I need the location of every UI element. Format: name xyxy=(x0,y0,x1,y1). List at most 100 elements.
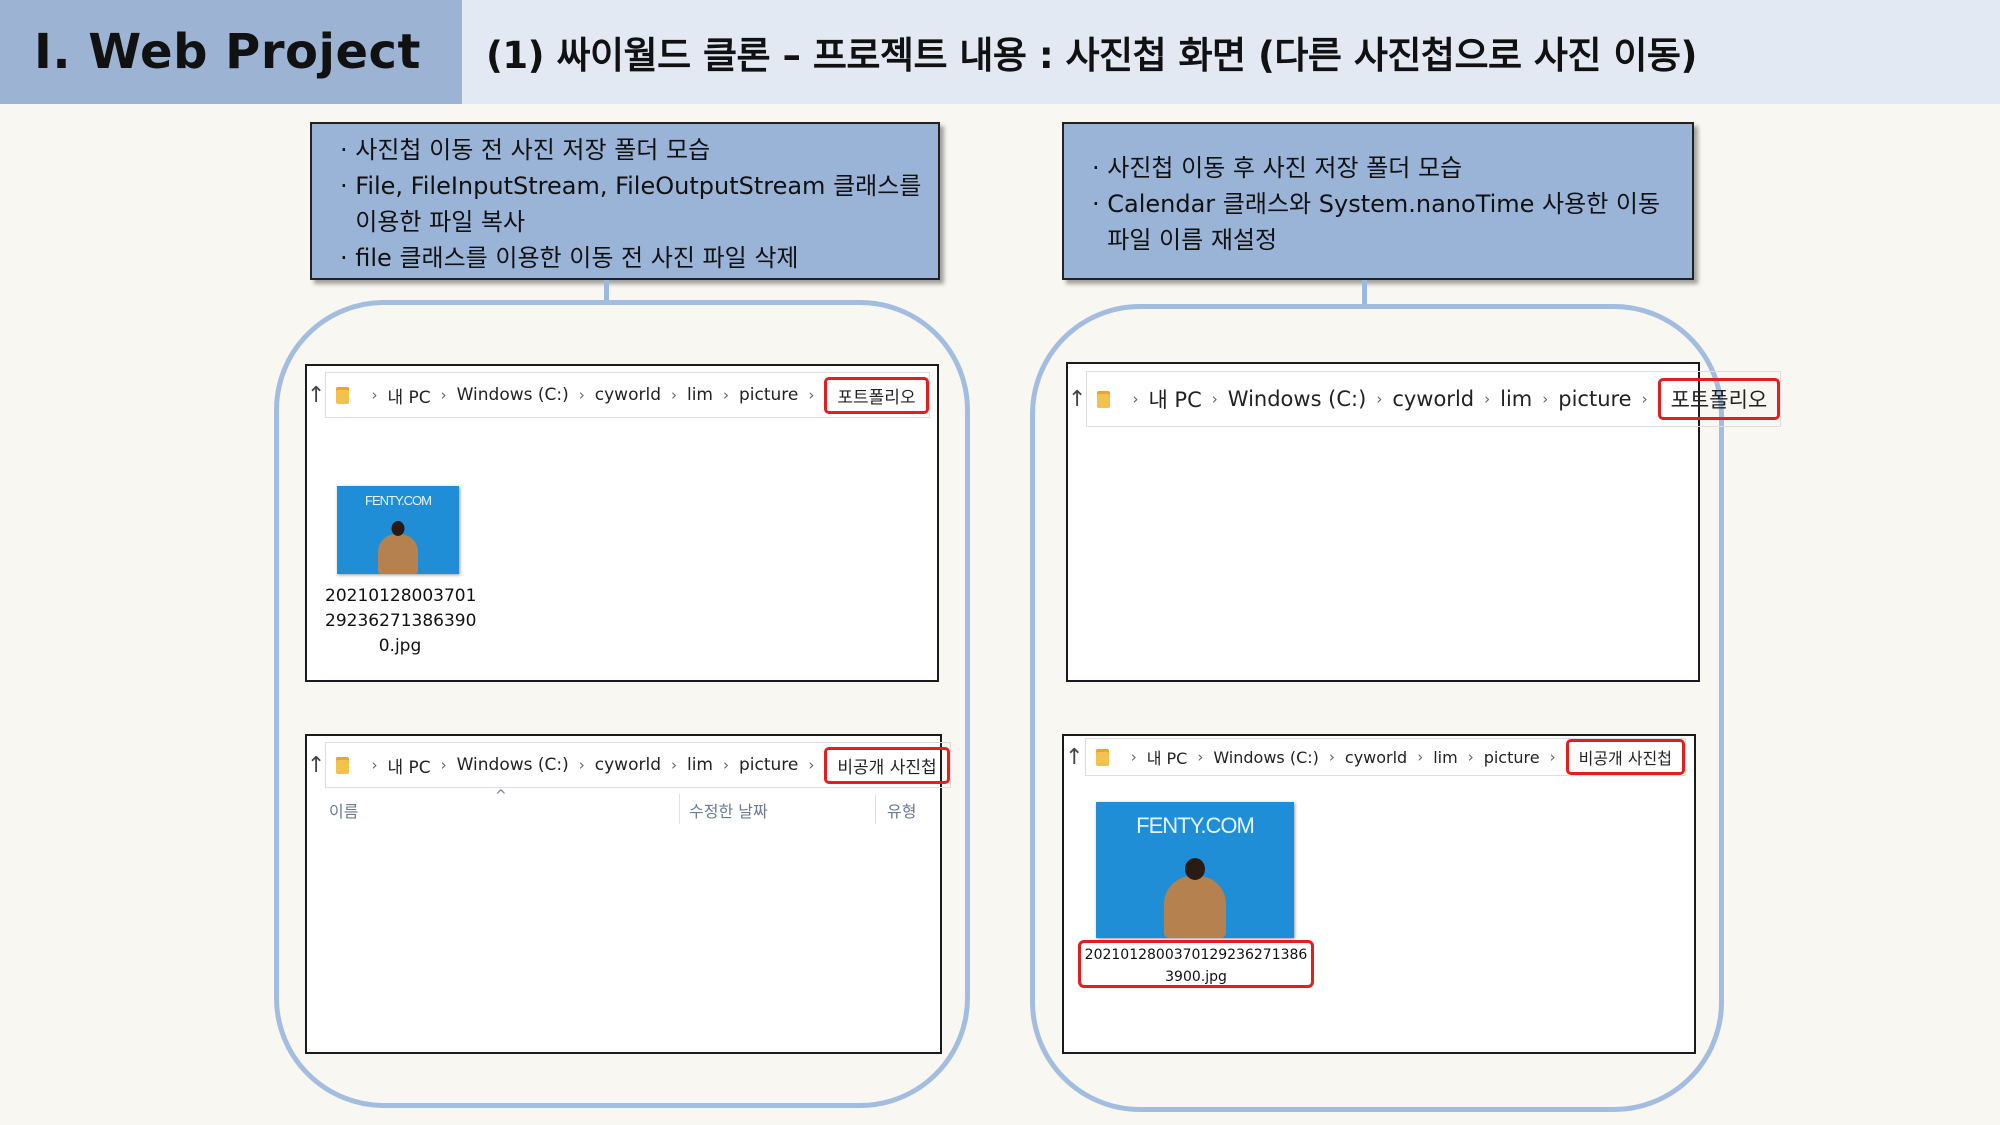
after-move-callout: · 사진첩 이동 후 사진 저장 폴더 모습 · Calendar 클래스와 S… xyxy=(1062,122,1694,280)
up-arrow-icon[interactable]: ↑ xyxy=(307,383,325,408)
callout-line: · File, FileInputStream, FileOutputStrea… xyxy=(340,172,922,200)
chevron-right-icon: › xyxy=(371,386,378,404)
breadcrumb-pc[interactable]: 내 PC xyxy=(1148,384,1201,414)
up-arrow-icon[interactable]: ↑ xyxy=(1064,745,1085,770)
chevron-right-icon: › xyxy=(1484,390,1491,408)
breadcrumb[interactable]: › 내 PC › Windows (C:) › cyworld › lim › … xyxy=(325,372,930,418)
breadcrumb-cyworld[interactable]: cyworld xyxy=(1345,748,1407,767)
photo-figure xyxy=(378,534,418,574)
section-header: Ⅰ. Web Project xyxy=(0,0,462,104)
breadcrumb-pc[interactable]: 내 PC xyxy=(1147,745,1188,769)
chevron-right-icon: › xyxy=(440,756,447,774)
address-bar: ↑ › 내 PC › Windows (C:) › cyworld › lim … xyxy=(1068,364,1782,434)
file-name-after-highlighted[interactable]: 2021012800370129236271386 3900.jpg xyxy=(1078,940,1314,988)
slide-title: (1) 싸이월드 클론 – 프로젝트 내용 : 사진첩 화면 (다른 사진첩으로… xyxy=(486,34,1697,77)
breadcrumb-picture[interactable]: picture xyxy=(739,755,798,775)
chevron-right-icon: › xyxy=(1211,390,1218,408)
chevron-right-icon: › xyxy=(578,386,585,404)
folder-icon xyxy=(336,756,350,774)
callout-line: · 사진첩 이동 후 사진 저장 폴더 모습 xyxy=(1092,154,1463,182)
file-name-line: 2021012800370129236271386 xyxy=(1084,947,1308,963)
breadcrumb-pc[interactable]: 내 PC xyxy=(387,753,430,778)
breadcrumb-picture[interactable]: picture xyxy=(1558,387,1631,411)
breadcrumb-drive[interactable]: Windows (C:) xyxy=(1228,387,1367,411)
explorer-window-portfolio-before: ↑ › 내 PC › Windows (C:) › cyworld › lim … xyxy=(305,364,939,682)
up-arrow-icon[interactable]: ↑ xyxy=(1068,387,1086,412)
chevron-right-icon: › xyxy=(723,756,729,774)
breadcrumb-private-highlighted[interactable]: 비공개 사진첩 xyxy=(824,746,950,784)
column-divider[interactable] xyxy=(679,794,680,824)
breadcrumb-picture[interactable]: picture xyxy=(1484,748,1540,767)
callout-line: · 사진첩 이동 전 사진 저장 폴더 모습 xyxy=(340,136,711,164)
breadcrumb[interactable]: › 내 PC › Windows (C:) › cyworld › lim › … xyxy=(1084,738,1686,776)
chevron-right-icon: › xyxy=(1328,748,1335,766)
breadcrumb-lim[interactable]: lim xyxy=(687,385,713,405)
file-name-before[interactable]: 20210128003701 29236271386390 0.jpg xyxy=(325,584,477,659)
sort-indicator-icon: ^ xyxy=(495,788,507,804)
photo-figure-head xyxy=(1185,858,1205,880)
breadcrumb-drive[interactable]: Windows (C:) xyxy=(457,755,569,775)
callout-line: 이용한 파일 복사 xyxy=(340,208,526,236)
photo-thumbnail[interactable]: FENTY.COM xyxy=(337,486,459,574)
photo-figure-head xyxy=(391,521,405,536)
chevron-right-icon: › xyxy=(1542,390,1549,408)
file-name-line: 3900.jpg xyxy=(1165,969,1227,985)
address-bar: ↑ › 내 PC › Windows (C:) › cyworld › lim … xyxy=(1064,736,1694,778)
breadcrumb-lim[interactable]: lim xyxy=(1433,748,1457,767)
chevron-right-icon: › xyxy=(670,756,677,774)
breadcrumb-portfolio-highlighted[interactable]: 포트폴리오 xyxy=(824,376,929,414)
chevron-right-icon: › xyxy=(1467,748,1474,766)
breadcrumb-lim[interactable]: lim xyxy=(687,755,713,775)
column-header-type[interactable]: 유형 xyxy=(887,798,916,822)
breadcrumb[interactable]: › 내 PC › Windows (C:) › cyworld › lim › … xyxy=(1086,371,1782,427)
column-header-date[interactable]: 수정한 날짜 xyxy=(689,798,768,822)
chevron-right-icon: › xyxy=(1130,748,1137,766)
breadcrumb-pc[interactable]: 내 PC xyxy=(387,383,430,408)
breadcrumb-picture[interactable]: picture xyxy=(739,385,798,405)
photo-figure xyxy=(1164,876,1226,938)
breadcrumb-cyworld[interactable]: cyworld xyxy=(1392,387,1474,411)
callout-line: · Calendar 클래스와 System.nanoTime 사용한 이동 xyxy=(1092,190,1661,218)
breadcrumb-cyworld[interactable]: cyworld xyxy=(595,385,661,405)
callout-connector xyxy=(1362,280,1367,306)
breadcrumb-cyworld[interactable]: cyworld xyxy=(595,755,661,775)
chevron-right-icon: › xyxy=(1197,748,1204,766)
breadcrumb[interactable]: › 내 PC › Windows (C:) › cyworld › lim › … xyxy=(325,742,951,788)
file-name-line: 0.jpg xyxy=(378,636,422,656)
column-header-name[interactable]: 이름 xyxy=(329,798,358,822)
folder-icon xyxy=(1097,390,1111,408)
photo-thumbnail-large[interactable]: FENTY.COM xyxy=(1096,802,1294,938)
file-name-line: 29236271386390 xyxy=(325,611,477,631)
chevron-right-icon: › xyxy=(578,756,585,774)
slide-header: (1) 싸이월드 클론 – 프로젝트 내용 : 사진첩 화면 (다른 사진첩으로… xyxy=(462,0,2000,104)
address-bar: ↑ › 내 PC › Windows (C:) › cyworld › lim … xyxy=(307,736,951,794)
section-title: Ⅰ. Web Project xyxy=(34,24,421,80)
file-name-line: 20210128003701 xyxy=(325,586,477,606)
breadcrumb-portfolio-highlighted[interactable]: 포트폴리오 xyxy=(1657,378,1781,420)
up-arrow-icon[interactable]: ↑ xyxy=(307,753,325,778)
breadcrumb-lim[interactable]: lim xyxy=(1500,387,1532,411)
explorer-window-private-before: ↑ › 내 PC › Windows (C:) › cyworld › lim … xyxy=(305,734,951,1054)
chevron-right-icon: › xyxy=(808,386,815,404)
breadcrumb-private-highlighted[interactable]: 비공개 사진첩 xyxy=(1565,739,1685,775)
address-bar: ↑ › 내 PC › Windows (C:) › cyworld › lim … xyxy=(307,366,937,424)
before-move-callout: · 사진첩 이동 전 사진 저장 폴더 모습 · File, FileInput… xyxy=(310,122,940,280)
chevron-right-icon: › xyxy=(1641,390,1648,408)
column-divider[interactable] xyxy=(875,794,876,824)
callout-line: · file 클래스를 이용한 이동 전 사진 파일 삭제 xyxy=(340,244,799,272)
chevron-right-icon: › xyxy=(1376,390,1383,408)
breadcrumb-drive[interactable]: Windows (C:) xyxy=(1213,748,1319,767)
chevron-right-icon: › xyxy=(670,386,677,404)
folder-icon xyxy=(1095,748,1109,766)
chevron-right-icon: › xyxy=(1132,390,1139,408)
chevron-right-icon: › xyxy=(440,386,447,404)
chevron-right-icon: › xyxy=(371,756,378,774)
callout-line: 파일 이름 재설정 xyxy=(1092,226,1278,254)
explorer-window-private-after: ↑ › 내 PC › Windows (C:) › cyworld › lim … xyxy=(1062,734,1696,1054)
explorer-window-portfolio-after: ↑ › 내 PC › Windows (C:) › cyworld › lim … xyxy=(1066,362,1782,682)
chevron-right-icon: › xyxy=(723,386,729,404)
breadcrumb-drive[interactable]: Windows (C:) xyxy=(457,385,569,405)
folder-icon xyxy=(336,386,350,404)
thumbnail-brand-text: FENTY.COM xyxy=(1136,812,1255,838)
thumbnail-brand-text: FENTY.COM xyxy=(365,493,432,509)
